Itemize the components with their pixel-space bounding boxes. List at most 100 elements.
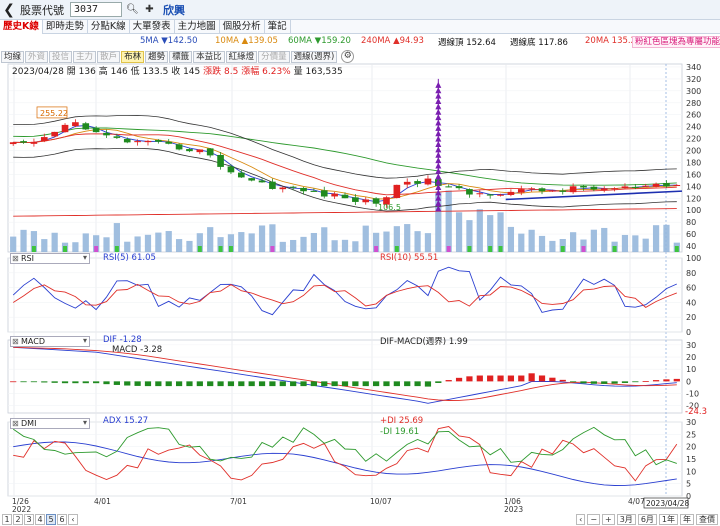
osc-bar <box>300 381 307 387</box>
volume-bar <box>10 236 17 252</box>
candle-body <box>455 186 463 189</box>
tab-5[interactable]: 個股分析 <box>220 20 265 34</box>
macd-label: MACD -3.28 <box>112 345 163 355</box>
zoom-in-button[interactable]: + <box>602 514 615 525</box>
volume-bar <box>300 236 307 252</box>
candle-body <box>652 183 660 187</box>
tab-3[interactable]: 大單發表 <box>130 20 175 34</box>
date-axis-label: 10/07 <box>370 497 392 506</box>
period-select[interactable]: 年 <box>680 514 694 525</box>
candle-body <box>196 149 204 153</box>
mdi-label: -DI 19.61 <box>380 427 420 437</box>
osc-bar <box>124 381 131 386</box>
candle-body <box>186 149 193 152</box>
dif-label: DIF -1.28 <box>103 335 142 345</box>
candle-body <box>134 141 141 143</box>
osc-bar <box>673 378 680 382</box>
volume-bar <box>455 212 463 252</box>
ma-legend-0: 5MA ▼142.50 <box>140 36 198 46</box>
candle-body <box>175 144 183 150</box>
volume-bar <box>124 241 131 252</box>
osc-bar <box>372 381 380 387</box>
osc-bar <box>331 381 338 387</box>
zoom-out-button[interactable]: − <box>587 514 601 525</box>
page-prev-button[interactable]: ‹ <box>68 514 78 525</box>
volume-bar <box>663 224 670 252</box>
signal-marker <box>612 246 617 252</box>
stock-code-input[interactable]: 3037 <box>70 2 122 17</box>
volume-bar <box>186 240 193 252</box>
rsi10-label: RSI(10) 55.51 <box>380 253 439 263</box>
rsi-tick-label: 40 <box>686 298 696 307</box>
tab-0[interactable]: 歷史K線 <box>0 20 43 34</box>
osc-bar <box>72 381 79 384</box>
info-high: 146 <box>110 67 128 77</box>
osc-bar <box>528 373 535 382</box>
tab-1[interactable]: 即時走勢 <box>43 20 88 34</box>
ma-legend: 5MA ▼142.50 10MA ▲139.05 60MA ▼159.20 240MA… <box>0 36 720 48</box>
volume-bar <box>414 231 421 252</box>
dmi-panel-select[interactable]: ⊠ DMI <box>10 418 90 429</box>
volume-bar <box>404 224 411 252</box>
dmi-tick-label: 30 <box>686 418 696 427</box>
info-high-label: 高 <box>98 67 108 77</box>
candle-body <box>82 123 90 130</box>
page-1[interactable]: 1 <box>2 514 12 525</box>
osc-bar <box>487 375 494 382</box>
osc-bar <box>51 381 58 383</box>
price-tick-label: 40 <box>686 242 696 251</box>
tab-2[interactable]: 分點K線 <box>88 20 130 34</box>
page-2[interactable]: 2 <box>13 514 23 525</box>
signal-marker <box>467 246 472 252</box>
macd-panel-select[interactable]: ⊠ MACD <box>10 336 90 347</box>
osc-bar <box>279 381 286 387</box>
signal-marker <box>674 246 679 252</box>
view-button[interactable]: 查價 <box>696 514 718 525</box>
close-icon[interactable]: ⊠ <box>12 419 19 428</box>
page-6[interactable]: 6 <box>57 514 67 525</box>
candle-body <box>279 187 287 190</box>
panel-rsi-frame <box>7 257 683 333</box>
macd-tick-label: 30 <box>686 341 696 350</box>
close-icon[interactable]: ⊠ <box>12 254 19 263</box>
rsi-panel-select[interactable]: ⊠ RSI <box>10 253 90 264</box>
osc-bar <box>538 375 546 382</box>
stock-chart[interactable]: 4060801001201401601802002202402602803003… <box>0 60 720 512</box>
search-icon[interactable]: 🔍︎ <box>126 3 139 17</box>
scroll-left-button[interactable]: ‹ <box>576 514 586 525</box>
osc-bar <box>663 379 670 382</box>
volume-bar <box>165 231 172 252</box>
osc-bar <box>632 381 639 383</box>
page-4[interactable]: 4 <box>35 514 45 525</box>
date-axis-label: 2022 <box>12 505 31 512</box>
range-3m-button[interactable]: 3月 <box>616 514 636 525</box>
macd-tick-label: -10 <box>686 390 699 399</box>
page-3[interactable]: 3 <box>24 514 34 525</box>
signal-marker <box>394 246 399 252</box>
page-5[interactable]: 5 <box>46 514 56 525</box>
candle-body <box>549 190 556 192</box>
candle-body <box>486 194 494 196</box>
back-chevron-icon[interactable]: ❮ <box>2 2 16 18</box>
date-axis-label: 7/01 <box>230 497 247 506</box>
osc-bar <box>590 381 597 384</box>
tab-4[interactable]: 主力地圖 <box>175 20 220 34</box>
add-icon[interactable]: ✚ <box>143 3 156 17</box>
volume-bar <box>175 239 183 252</box>
osc-bar <box>186 381 193 387</box>
osc-bar <box>580 381 587 384</box>
range-6m-button[interactable]: 6月 <box>637 514 657 525</box>
low-annotation: 106.5 <box>378 203 401 212</box>
pdi-label: +DI 25.69 <box>380 416 424 426</box>
close-icon[interactable]: ⊠ <box>12 337 19 346</box>
volume-bar <box>549 240 556 252</box>
tab-6[interactable]: 筆記 <box>265 20 291 34</box>
signal-marker <box>114 246 119 252</box>
osc-bar <box>144 381 152 387</box>
range-1y-button[interactable]: 1年 <box>658 514 678 525</box>
signal-marker <box>498 246 503 252</box>
info-low-label: 低 <box>130 67 140 77</box>
member-notice: 粉紅色區塊為專屬功能 <box>632 36 720 48</box>
osc-bar <box>321 381 328 387</box>
price-tick-label: 280 <box>686 99 701 108</box>
